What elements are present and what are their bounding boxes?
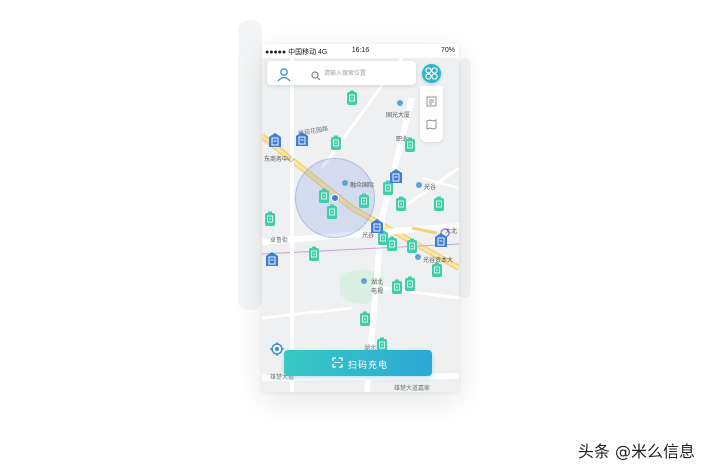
poi-dot bbox=[361, 278, 367, 284]
battery-label: 70% bbox=[440, 47, 455, 54]
grid-menu-icon[interactable] bbox=[422, 64, 441, 83]
charging-station-icon[interactable] bbox=[264, 251, 280, 267]
charging-marker-icon[interactable] bbox=[404, 276, 416, 292]
charging-marker-icon[interactable] bbox=[404, 137, 416, 153]
charging-marker-icon[interactable] bbox=[358, 193, 370, 209]
map-label: 湖北 bbox=[371, 280, 384, 286]
map-label: 光谷 bbox=[424, 185, 437, 191]
charging-marker-icon[interactable] bbox=[346, 90, 358, 106]
charging-marker-icon[interactable] bbox=[330, 135, 342, 151]
side-panel bbox=[420, 86, 443, 142]
poi-dot bbox=[416, 182, 422, 188]
charging-station-icon[interactable] bbox=[267, 132, 283, 148]
poi-dot bbox=[397, 100, 403, 106]
current-location-dot bbox=[331, 194, 339, 202]
charging-marker-icon[interactable] bbox=[326, 204, 338, 220]
scan-charge-label: 扫码充电 bbox=[348, 360, 389, 370]
clock-label: 16:16 bbox=[351, 47, 370, 54]
locate-icon[interactable] bbox=[270, 342, 284, 356]
charging-station-icon[interactable] bbox=[369, 218, 385, 234]
search-icon bbox=[311, 68, 321, 81]
scan-charge-button[interactable]: 扫码充电 bbox=[284, 350, 432, 376]
carrier-label: ●●●●● 中国移动 4G bbox=[265, 49, 328, 56]
watermark-text: 头条 @米么信息 bbox=[577, 442, 695, 461]
map-toggle-icon[interactable] bbox=[426, 117, 437, 130]
map-label: 卓鲁街 bbox=[270, 238, 289, 244]
charging-marker-icon[interactable] bbox=[308, 246, 320, 262]
charging-marker-icon[interactable] bbox=[406, 238, 418, 254]
status-bar: ●●●●● 中国移动 4G 16:16 70% bbox=[262, 44, 459, 58]
charging-marker-icon[interactable] bbox=[395, 196, 407, 212]
charging-marker-icon[interactable] bbox=[433, 196, 445, 212]
charging-marker-icon[interactable] bbox=[264, 211, 276, 227]
background-ghost-right bbox=[459, 58, 471, 298]
scan-icon bbox=[332, 357, 343, 368]
list-icon[interactable] bbox=[426, 94, 437, 107]
search-input[interactable]: 请输入搜索位置 bbox=[324, 68, 366, 77]
map-label: 融众国际 bbox=[350, 183, 375, 189]
phone-screen: ●●●●● 中国移动 4G 16:16 70% 国光大厦 职业 紫菘花园路 东商… bbox=[262, 44, 459, 392]
charging-marker-icon[interactable] bbox=[386, 236, 398, 252]
background-ghost-left bbox=[238, 20, 262, 310]
charging-station-icon[interactable] bbox=[294, 131, 310, 147]
user-avatar-icon[interactable] bbox=[276, 66, 292, 82]
charging-marker-icon[interactable] bbox=[359, 311, 371, 327]
map-label: 东商务中心 bbox=[264, 157, 295, 163]
map-label: 电视 bbox=[371, 289, 384, 295]
charging-marker-icon[interactable] bbox=[391, 279, 403, 295]
map-label: 雄楚大道嘉家 bbox=[394, 386, 431, 392]
search-bar[interactable]: 请输入搜索位置 bbox=[267, 61, 416, 85]
poi-dot bbox=[342, 180, 348, 186]
charging-marker-icon[interactable] bbox=[431, 262, 443, 278]
poi-dot bbox=[415, 254, 421, 260]
charging-station-icon[interactable] bbox=[388, 168, 404, 184]
charging-marker-icon[interactable] bbox=[318, 188, 330, 204]
charging-station-icon[interactable] bbox=[433, 232, 449, 248]
map-label: 国光大厦 bbox=[386, 113, 411, 119]
